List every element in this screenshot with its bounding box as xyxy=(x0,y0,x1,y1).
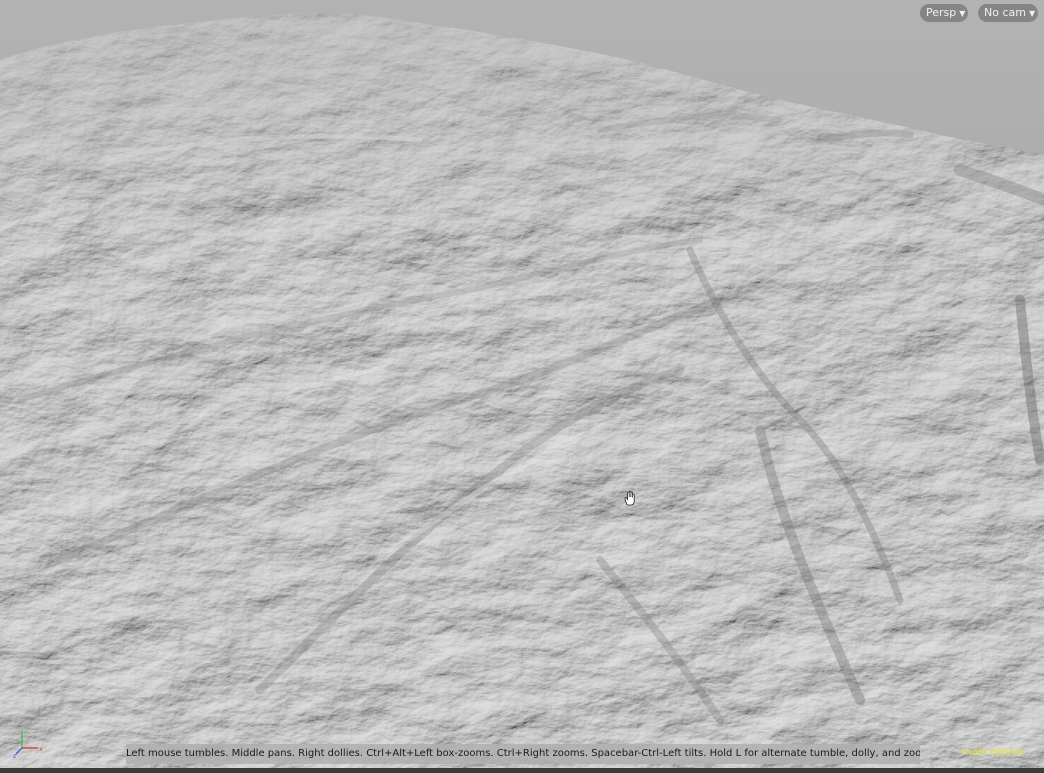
hand-cursor-icon xyxy=(624,490,635,506)
edition-label: Indie Edition xyxy=(962,747,1025,758)
terrain-heightfield-render xyxy=(0,0,1044,773)
chevron-down-icon: ▼ xyxy=(1028,9,1036,18)
projection-menu-button[interactable]: Persp ▼ xyxy=(920,4,968,22)
viewport-bottom-border xyxy=(0,768,1044,773)
axes-gizmo-icon: x y z xyxy=(13,730,43,758)
camera-menu-button[interactable]: No cam ▼ xyxy=(978,4,1038,22)
camera-menu-label: No cam xyxy=(984,6,1026,19)
svg-text:y: y xyxy=(20,730,24,735)
svg-text:x: x xyxy=(39,746,43,753)
viewport-navigation-hint: Left mouse tumbles. Middle pans. Right d… xyxy=(126,744,920,764)
svg-text:z: z xyxy=(13,753,16,758)
projection-menu-label: Persp xyxy=(926,6,957,19)
scene-viewport[interactable]: Persp ▼ No cam ▼ x y z Left mouse tumbles.… xyxy=(0,0,1044,773)
chevron-down-icon: ▼ xyxy=(959,9,966,18)
